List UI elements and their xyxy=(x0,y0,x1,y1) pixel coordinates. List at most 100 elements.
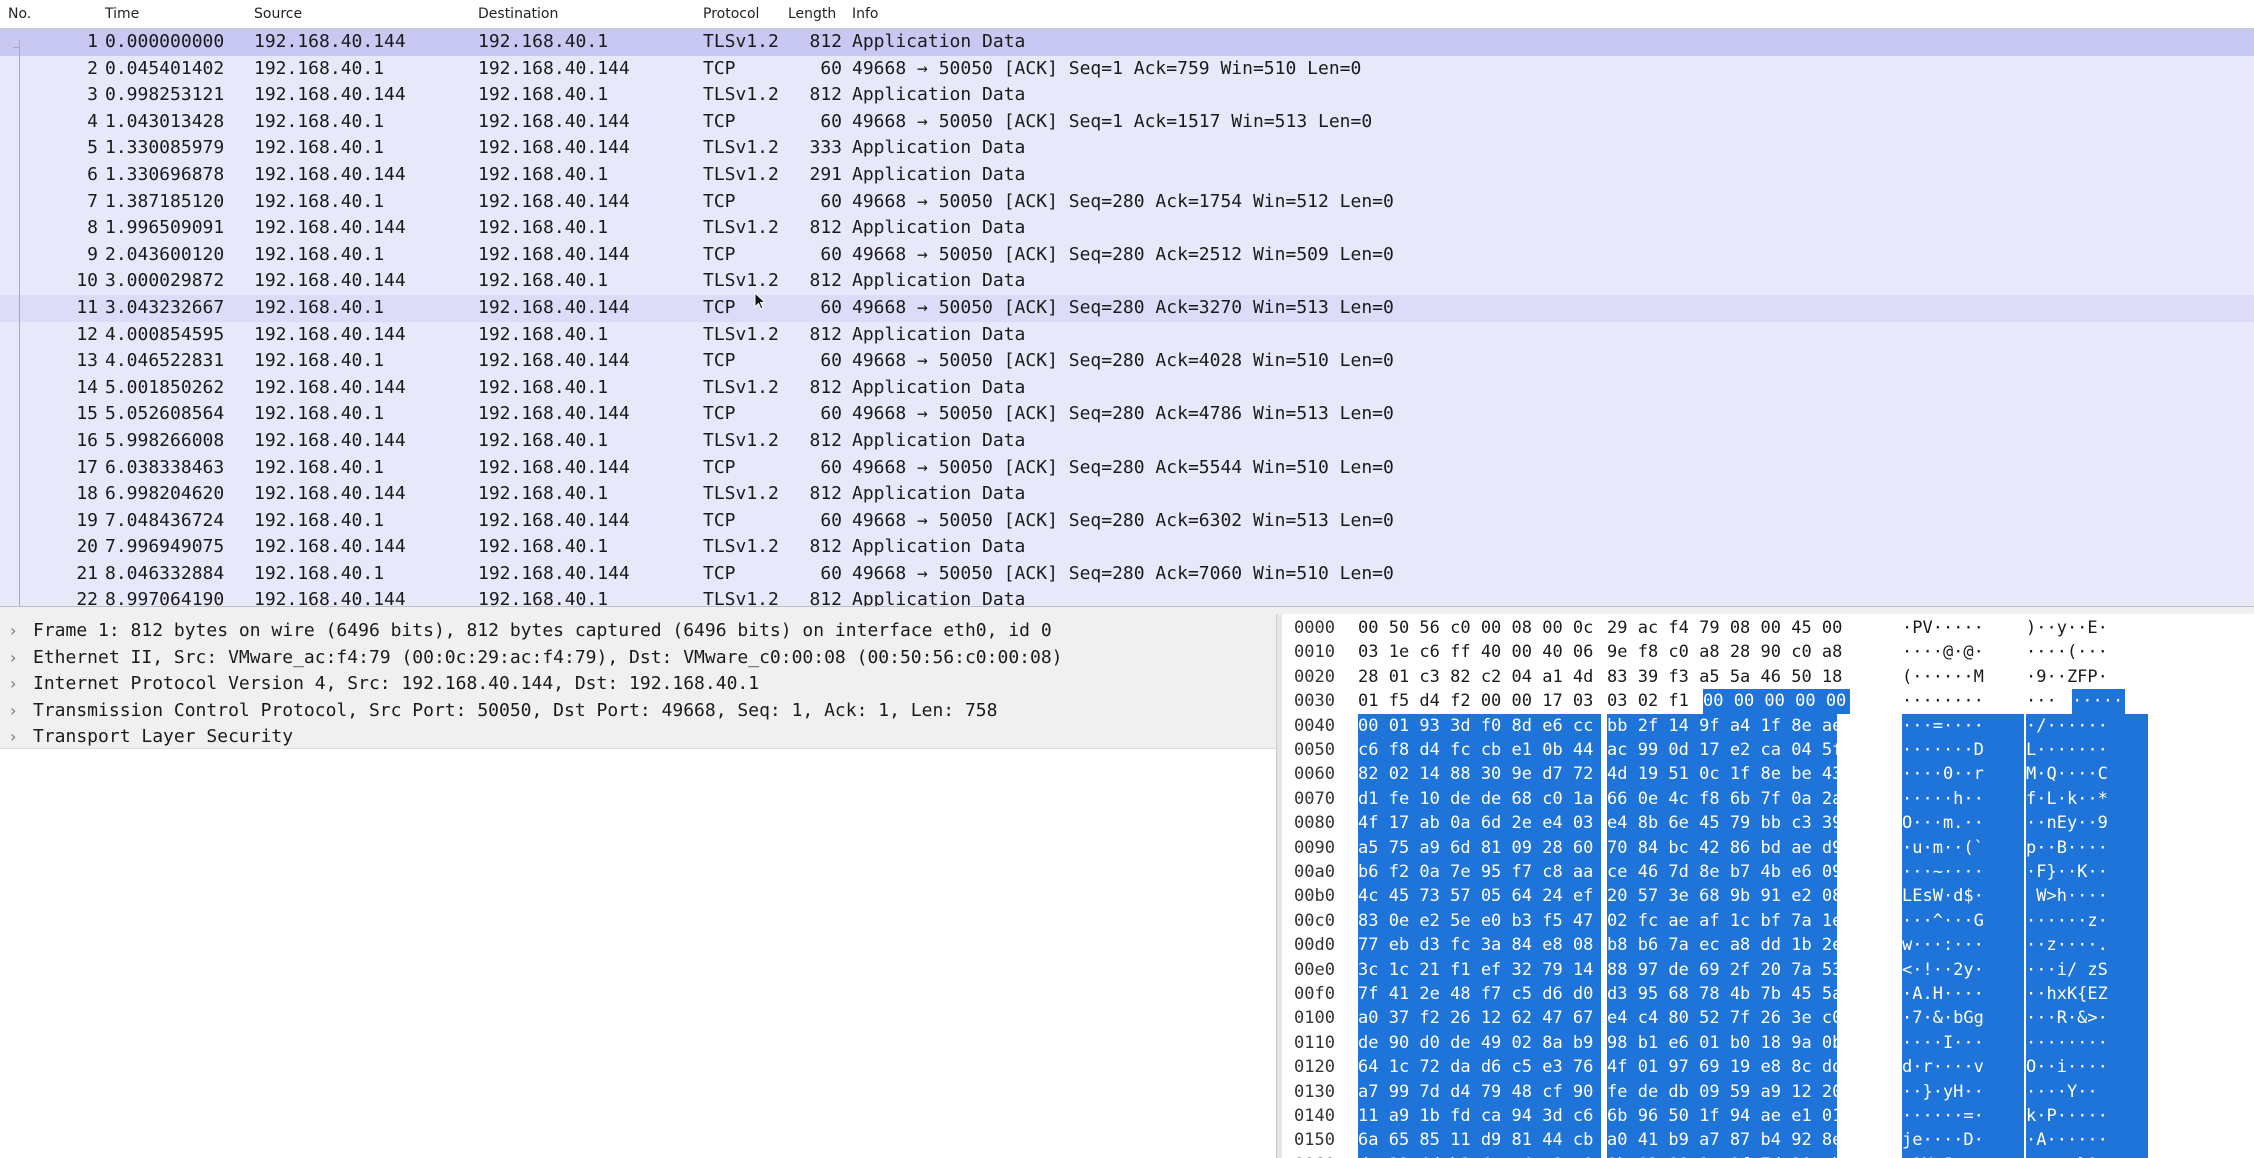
ascii-bytes[interactable]: O··i···· xyxy=(2026,1055,2148,1080)
hex-bytes[interactable]: 6a 65 85 11 d9 81 44 cb xyxy=(1358,1128,1601,1153)
hex-bytes[interactable]: 82 02 14 88 30 9e d7 72 xyxy=(1358,762,1601,787)
hex-bytes[interactable]: a0 41 b9 a7 87 b4 92 8e xyxy=(1607,1128,1842,1153)
ascii-bytes[interactable]: ········ xyxy=(1902,689,2024,713)
hex-bytes[interactable]: 29 ac f4 79 08 00 45 00 xyxy=(1607,616,1842,640)
column-header-source[interactable]: Source xyxy=(254,6,302,22)
ascii-bytes[interactable]: (······M xyxy=(1902,665,2024,689)
packet-row[interactable]: 13 4.046522831 192.168.40.1 192.168.40.144 T… xyxy=(0,348,2254,375)
ascii-bytes[interactable]: ··}·yH·· xyxy=(1902,1079,2024,1104)
ascii-bytes[interactable]: f·L·k··* xyxy=(2026,786,2148,812)
ascii-bytes[interactable]: ··hxK{EZ xyxy=(2026,982,2148,1007)
ascii-bytes[interactable]: ·7·&·bGg xyxy=(1902,1006,2024,1031)
hex-bytes[interactable]: 64 1c 72 da d6 c5 e3 76 xyxy=(1358,1055,1601,1080)
ascii-bytes[interactable]: ····I··· xyxy=(1902,1030,2024,1056)
ascii-bytes[interactable]: ········ xyxy=(2026,1030,2148,1056)
hex-bytes[interactable]: a0 37 f2 26 12 62 47 67 xyxy=(1358,1006,1601,1031)
hex-bytes[interactable]: 03 1e c6 ff 40 00 40 06 xyxy=(1358,640,1601,664)
column-header-destination[interactable]: Destination xyxy=(478,6,558,22)
hex-bytes[interactable]: 4f 01 97 69 19 e8 8c dd xyxy=(1607,1055,1842,1080)
hex-bytes[interactable]: 66 0e 4c f8 6b 7f 0a 2a xyxy=(1607,786,1842,812)
detail-tree-item[interactable]: › Frame 1: 812 bytes on wire (6496 bits),… xyxy=(0,618,1276,644)
hex-bytes[interactable]: de 90 d0 de 49 02 8a b9 xyxy=(1358,1030,1601,1056)
ascii-bytes[interactable]: ·PV····· xyxy=(1902,616,2024,640)
ascii-bytes[interactable]: je····D· xyxy=(1902,1128,2024,1153)
packet-row[interactable]: 22 8.997064190 192.168.40.144 192.168.40.1 T… xyxy=(0,587,2254,606)
chevron-right-icon[interactable]: › xyxy=(10,671,16,697)
hex-bytes[interactable]: b6 f2 0a 7e 95 f7 c8 aa xyxy=(1358,860,1601,885)
hex-bytes[interactable]: 02 fc ae af 1c bf 7a 1e xyxy=(1607,908,1842,934)
detail-tree-item[interactable]: › Transport Layer Security xyxy=(0,724,1276,750)
hex-bytes[interactable]: 83 39 f3 a5 5a 46 50 18 xyxy=(1607,665,1842,689)
ascii-bytes[interactable]: ····0··r xyxy=(1902,762,2024,787)
hex-bytes[interactable]: e4 8b 6e 45 79 bb c3 39 xyxy=(1607,811,1842,836)
ascii-bytes[interactable]: ····(··· xyxy=(2026,640,2148,664)
packet-row[interactable]: 5 1.330085979 192.168.40.1 192.168.40.144 TL… xyxy=(0,135,2254,162)
column-header-length[interactable]: Length xyxy=(788,6,836,22)
packet-row[interactable]: 14 5.001850262 192.168.40.144 192.168.40.1 T… xyxy=(0,375,2254,402)
ascii-bytes[interactable]: ·3M·J··· xyxy=(1902,1152,2024,1158)
hex-bytes[interactable]: bb 2f 14 9f a4 1f 8e ae xyxy=(1607,713,1842,738)
ascii-bytes[interactable]: d·r····v xyxy=(1902,1055,2024,1080)
ascii-bytes[interactable]: ······z· xyxy=(2026,908,2148,934)
chevron-right-icon[interactable]: › xyxy=(10,618,16,644)
ascii-bytes[interactable]: ····@·@· xyxy=(1902,640,2024,664)
hex-bytes[interactable]: 4c 45 73 57 05 64 24 ef xyxy=(1358,884,1601,909)
packet-row[interactable]: 4 1.043013428 192.168.40.1 192.168.40.144 TC… xyxy=(0,109,2254,136)
ascii-bytes[interactable]: M·Q····C xyxy=(2026,762,2148,787)
detail-tree-item[interactable]: › Transmission Control Protocol, Src Port… xyxy=(0,698,1276,724)
ascii-bytes[interactable]: W>h···· xyxy=(2026,884,2148,909)
packet-row[interactable]: 7 1.387185120 192.168.40.1 192.168.40.144 TC… xyxy=(0,189,2254,216)
ascii-bytes[interactable]: ····Y·· xyxy=(2026,1079,2148,1104)
column-header-time[interactable]: Time xyxy=(105,6,139,22)
ascii-bytes[interactable]: ·9··ZFP· xyxy=(2026,665,2148,689)
hex-bytes[interactable]: 9e f8 c0 a8 28 90 c0 a8 xyxy=(1607,640,1842,664)
ascii-bytes[interactable]: ···R·&>· xyxy=(2026,1006,2148,1031)
ascii-bytes[interactable]: ·/······ xyxy=(2026,713,2148,738)
ascii-bytes[interactable]: ······=· xyxy=(1902,1104,2024,1129)
packet-row[interactable]: 9 2.043600120 192.168.40.1 192.168.40.144 TC… xyxy=(0,242,2254,269)
chevron-right-icon[interactable]: › xyxy=(10,724,16,750)
hex-bytes[interactable]: 4d 19 51 0c 1f 8e be 43 xyxy=(1607,762,1842,787)
ascii-bytes[interactable]: ···^···G xyxy=(1902,908,2024,934)
column-header-no[interactable]: No. xyxy=(8,6,31,22)
packet-row[interactable]: 18 6.998204620 192.168.40.144 192.168.40.1 T… xyxy=(0,481,2254,508)
ascii-bytes[interactable]: ·A······ xyxy=(2026,1128,2148,1153)
packet-row[interactable]: 2 0.045401402 192.168.40.1 192.168.40.144 TC… xyxy=(0,56,2254,83)
hex-bytes[interactable]: 00 50 56 c0 00 08 00 0c xyxy=(1358,616,1601,640)
hex-bytes[interactable]: b8 b6 7a ec a8 dd 1b 2e xyxy=(1607,933,1842,958)
hex-bytes[interactable]: 20 57 3e 68 9b 91 e2 08 xyxy=(1607,884,1842,909)
ascii-bytes[interactable]: ···i/ zS xyxy=(2026,957,2148,982)
ascii-bytes[interactable]: LEsW·d$· xyxy=(1902,884,2024,909)
ascii-bytes[interactable]: ·A.H···· xyxy=(1902,982,2024,1007)
hex-bytes[interactable]: ce 46 7d 8e b7 4b e6 09 xyxy=(1607,860,1842,885)
column-header-info[interactable]: Info xyxy=(852,6,879,22)
hex-bytes[interactable]: 00 01 93 3d f0 8d e6 cc xyxy=(1358,713,1601,738)
ascii-bytes[interactable]: ··nEy··9 xyxy=(2026,811,2148,836)
hex-bytes[interactable]: 77 eb d3 fc 3a 84 e8 08 xyxy=(1358,933,1601,958)
hex-bytes[interactable]: 9b 03 09 2c 9f 7d 31 cb xyxy=(1607,1152,1842,1158)
hex-bytes[interactable]: 7f 41 2e 48 f7 c5 d6 d0 xyxy=(1358,982,1601,1007)
hex-bytes[interactable]: d3 95 68 78 4b 7b 45 5a xyxy=(1607,982,1842,1007)
hex-bytes[interactable]: fe de db 09 59 a9 12 20 xyxy=(1607,1079,1842,1104)
ascii-bytes[interactable]: k·P····· xyxy=(2026,1104,2148,1129)
hex-bytes[interactable]: 3c 1c 21 f1 ef 32 79 14 xyxy=(1358,957,1601,982)
ascii-bytes[interactable]: ···=···· xyxy=(1902,713,2024,738)
packet-row[interactable]: 1 0.000000000 192.168.40.144 192.168.40.1 TL… xyxy=(0,29,2254,56)
ascii-bytes[interactable]: L······· xyxy=(2026,738,2148,763)
packet-row[interactable]: 8 1.996509091 192.168.40.144 192.168.40.1 TL… xyxy=(0,215,2254,242)
hex-bytes[interactable]: a7 99 7d d4 79 48 cf 90 xyxy=(1358,1079,1601,1104)
ascii-bytes[interactable]: p··B···· xyxy=(2026,835,2148,860)
packet-row[interactable]: 15 5.052608564 192.168.40.1 192.168.40.144 T… xyxy=(0,401,2254,428)
hex-bytes[interactable]: 4f 17 ab 0a 6d 2e e4 03 xyxy=(1358,811,1601,836)
hex-bytes[interactable]: 88 97 de 69 2f 20 7a 53 xyxy=(1607,957,1842,982)
column-header-protocol[interactable]: Protocol xyxy=(703,6,759,22)
hex-bytes[interactable]: ac 99 0d 17 e2 ca 04 5f xyxy=(1607,738,1842,763)
hex-bytes[interactable]: de 33 4d b3 4a e4 e9 e8 xyxy=(1358,1152,1601,1158)
hex-bytes[interactable]: 28 01 c3 82 c2 04 a1 4d xyxy=(1358,665,1601,689)
detail-tree-item[interactable]: › Internet Protocol Version 4, Src: 192.1… xyxy=(0,671,1276,697)
packet-row[interactable]: 16 5.998266008 192.168.40.144 192.168.40.1 T… xyxy=(0,428,2254,455)
packet-row[interactable]: 19 7.048436724 192.168.40.1 192.168.40.144 T… xyxy=(0,508,2254,535)
packet-row[interactable]: 3 0.998253121 192.168.40.144 192.168.40.1 TL… xyxy=(0,82,2254,109)
chevron-right-icon[interactable]: › xyxy=(10,645,16,671)
detail-tree-item[interactable]: › Ethernet II, Src: VMware_ac:f4:79 (00:0… xyxy=(0,645,1276,671)
